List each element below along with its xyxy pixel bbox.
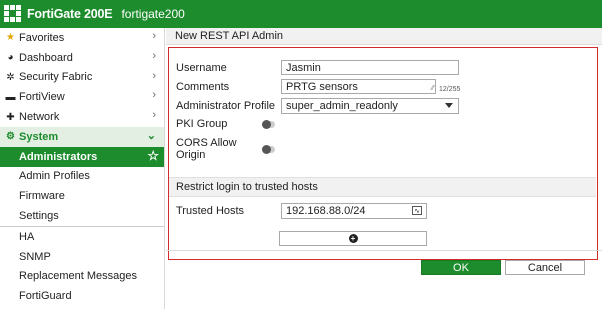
resize-handle-icon[interactable]: ⁄⁄ bbox=[432, 85, 434, 92]
sidebar-item-network[interactable]: ✚ Network › bbox=[0, 107, 164, 127]
chevron-right-icon: › bbox=[152, 49, 156, 62]
restrict-section-header: Restrict login to trusted hosts bbox=[169, 177, 596, 197]
ok-button[interactable]: OK bbox=[421, 260, 501, 275]
comments-field[interactable]: PRTG sensors ⁄⁄ bbox=[281, 79, 436, 94]
dashboard-icon: ◕ bbox=[7, 52, 14, 64]
product-name: FortiGate 200E bbox=[27, 7, 113, 21]
pki-group-toggle[interactable] bbox=[262, 119, 275, 129]
sidebar-item-snmp[interactable]: SNMP bbox=[0, 247, 164, 267]
cors-row: CORS Allow Origin bbox=[176, 137, 275, 161]
sidebar-item-ha[interactable]: HA bbox=[0, 227, 164, 247]
sidebar-item-label: Administrators bbox=[19, 150, 98, 163]
footer-divider bbox=[166, 250, 602, 251]
top-bar: FortiGate 200E fortigate200 bbox=[0, 0, 602, 28]
sidebar-item-settings[interactable]: Settings bbox=[0, 206, 164, 226]
star-icon: ★ bbox=[6, 32, 15, 44]
sidebar-item-label: Dashboard bbox=[19, 51, 73, 64]
comments-label: Comments bbox=[176, 80, 230, 93]
sidebar-item-label: SNMP bbox=[19, 250, 51, 263]
cancel-button[interactable]: Cancel bbox=[505, 260, 585, 275]
username-label: Username bbox=[176, 61, 227, 74]
comments-counter: 12/255 bbox=[439, 86, 461, 93]
sidebar-item-security-fabric[interactable]: ✲ Security Fabric › bbox=[0, 68, 164, 88]
username-row: Username Jasmin bbox=[176, 60, 459, 75]
main-panel: New REST API Admin Username Jasmin Comme… bbox=[166, 28, 602, 309]
fortiview-icon: ▬ bbox=[5, 91, 16, 103]
highlight-box: Username Jasmin Comments PRTG sensors ⁄⁄… bbox=[168, 47, 598, 260]
sidebar-item-dashboard[interactable]: ◕ Dashboard › bbox=[0, 48, 164, 68]
cors-allow-origin-toggle[interactable] bbox=[262, 144, 275, 154]
sidebar-item-replacement-messages[interactable]: Replacement Messages bbox=[0, 267, 164, 287]
hostname: fortigate200 bbox=[121, 7, 185, 21]
chevron-down-icon: ⌄ bbox=[146, 129, 156, 142]
comments-row: Comments PRTG sensors ⁄⁄ 12/255 bbox=[176, 79, 460, 94]
sidebar-item-label: FortiView bbox=[19, 91, 65, 104]
chevron-right-icon: › bbox=[152, 89, 156, 102]
username-field[interactable]: Jasmin bbox=[281, 60, 459, 75]
sidebar-item-label: Favorites bbox=[19, 31, 65, 44]
sidebar-item-label: Security Fabric bbox=[19, 71, 93, 84]
network-icon: ✚ bbox=[6, 111, 15, 123]
trusted-hosts-label: Trusted Hosts bbox=[176, 205, 245, 217]
sidebar-item-label: Network bbox=[19, 111, 60, 124]
plus-circle-icon: + bbox=[348, 234, 358, 243]
pki-row: PKI Group bbox=[176, 118, 275, 130]
username-value: Jasmin bbox=[286, 61, 321, 74]
profile-row: Administrator Profile super_admin_readon… bbox=[176, 98, 459, 114]
chevron-right-icon: › bbox=[152, 30, 156, 42]
waveform-icon[interactable]: ∿ bbox=[412, 206, 422, 215]
sidebar: ★ Favorites › ◕ Dashboard › ✲ Security F… bbox=[0, 28, 165, 309]
sidebar-item-label: System bbox=[19, 130, 59, 143]
chevron-down-icon bbox=[445, 103, 453, 108]
trusted-hosts-row: Trusted Hosts 192.168.88.0/24 ∿ bbox=[176, 203, 427, 219]
sidebar-item-label: Admin Profiles bbox=[19, 170, 90, 183]
sidebar-item-admin-profiles[interactable]: Admin Profiles bbox=[0, 167, 164, 187]
chevron-right-icon: › bbox=[152, 69, 156, 82]
sidebar-item-label: FortiGuard bbox=[19, 290, 72, 303]
add-trusted-host-button[interactable]: + bbox=[279, 231, 427, 246]
trusted-host-value: 192.168.88.0/24 bbox=[286, 205, 366, 217]
sidebar-item-label: HA bbox=[19, 230, 35, 243]
fabric-icon: ✲ bbox=[6, 71, 15, 83]
sidebar-item-favorites[interactable]: ★ Favorites › bbox=[0, 28, 164, 48]
sidebar-item-administrators[interactable]: Administrators ☆ bbox=[0, 146, 164, 167]
sidebar-item-firmware[interactable]: Firmware bbox=[0, 186, 164, 206]
comments-value: PRTG sensors bbox=[286, 80, 358, 93]
profile-label: Administrator Profile bbox=[176, 100, 276, 112]
favorite-star-icon[interactable]: ☆ bbox=[147, 148, 159, 164]
sidebar-item-fortiguard[interactable]: FortiGuard bbox=[0, 286, 164, 306]
sidebar-item-system[interactable]: ⚙ System ⌄ bbox=[0, 126, 164, 147]
chevron-right-icon: › bbox=[152, 109, 156, 122]
cors-label: CORS Allow Origin bbox=[176, 137, 237, 161]
sidebar-item-label: Firmware bbox=[19, 190, 65, 203]
sidebar-item-fortiview[interactable]: ▬ FortiView › bbox=[0, 87, 164, 107]
sidebar-item-label: Settings bbox=[19, 210, 59, 223]
trusted-host-field[interactable]: 192.168.88.0/24 ∿ bbox=[281, 203, 427, 219]
administrator-profile-select[interactable]: super_admin_readonly bbox=[281, 98, 459, 114]
gear-icon: ⚙ bbox=[6, 131, 15, 143]
sidebar-item-label: Replacement Messages bbox=[19, 270, 138, 283]
pki-label: PKI Group bbox=[176, 118, 228, 130]
page-title: New REST API Admin bbox=[166, 28, 602, 45]
fortinet-logo-icon bbox=[4, 5, 22, 23]
profile-value: super_admin_readonly bbox=[286, 100, 398, 112]
